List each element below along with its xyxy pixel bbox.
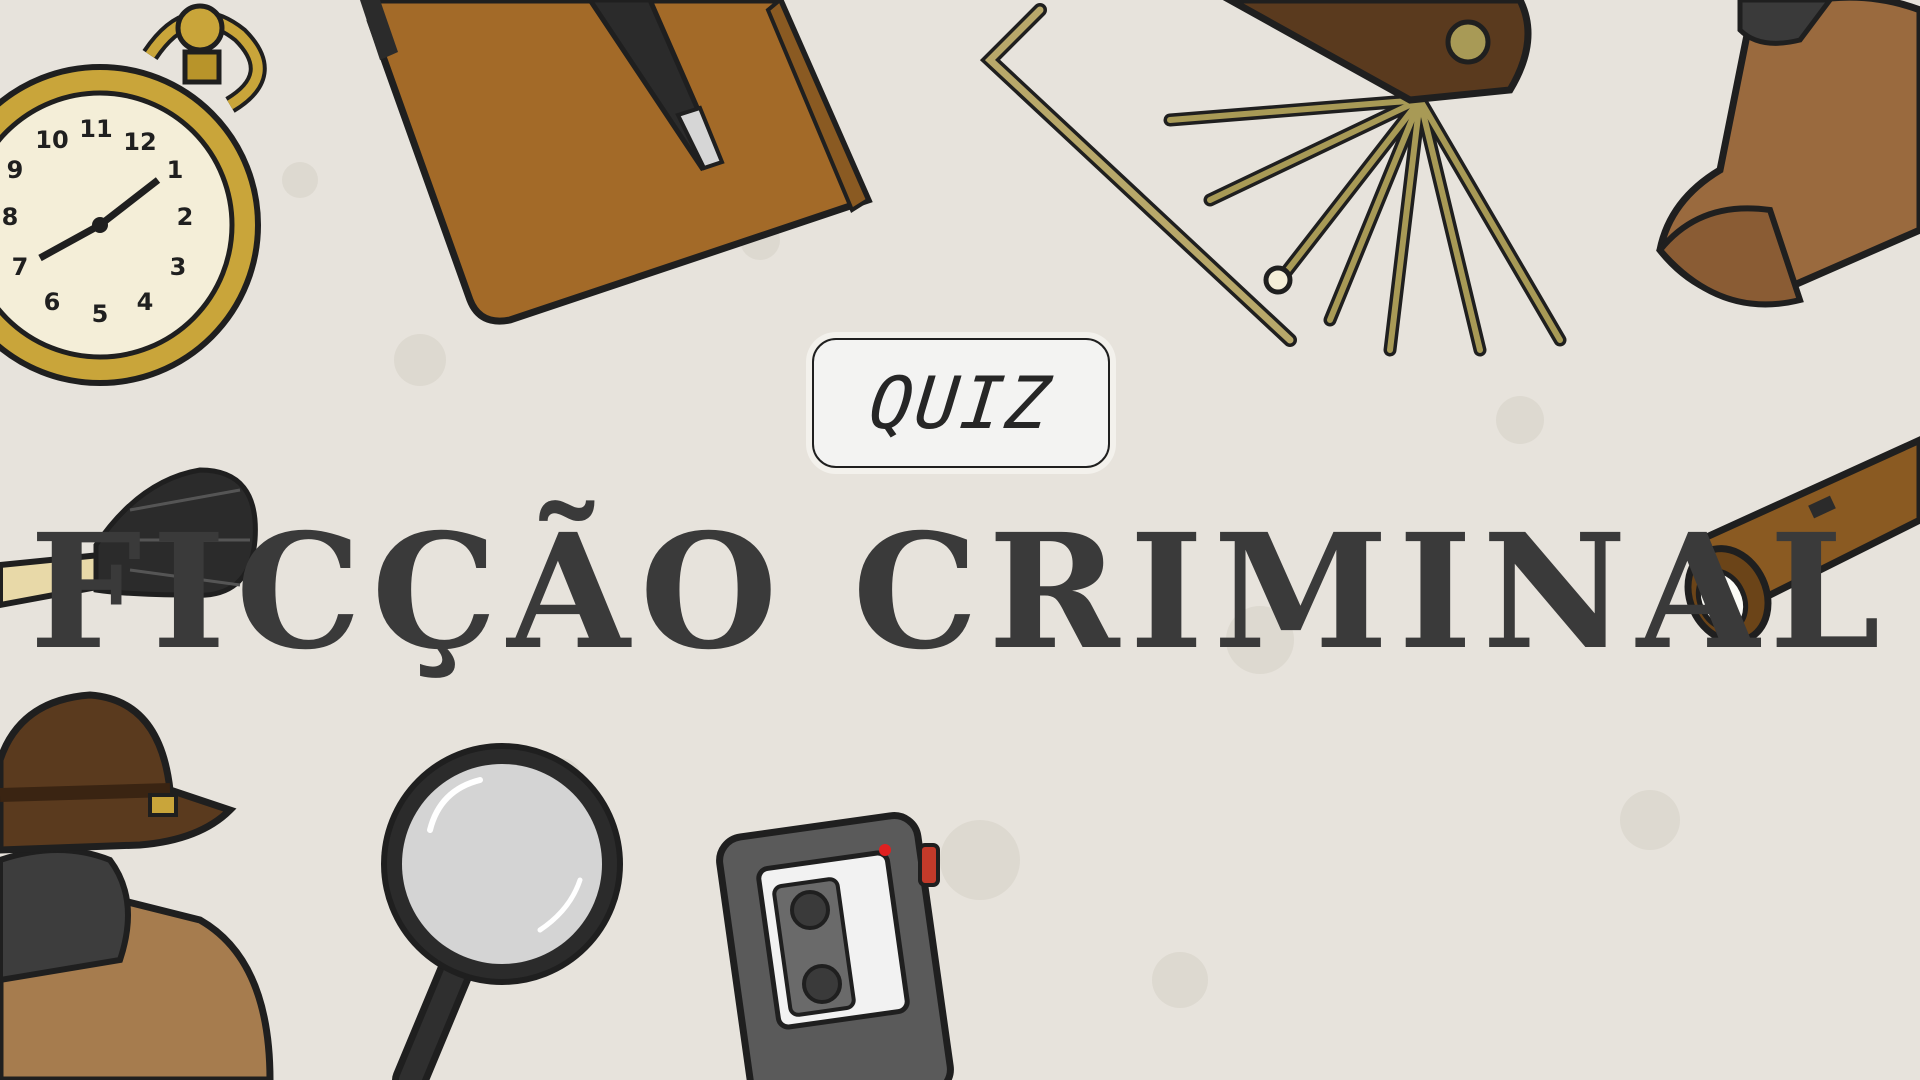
svg-text:2: 2: [177, 203, 194, 231]
svg-text:12: 12: [123, 128, 156, 156]
notebook-icon: [360, 0, 873, 325]
quiz-badge: QUIZ: [812, 338, 1110, 468]
svg-text:10: 10: [35, 126, 68, 154]
svg-text:6: 6: [44, 288, 61, 316]
detective-figure-icon: [0, 691, 274, 1080]
page-title: FICÇÃO CRIMINAL: [29, 500, 1891, 685]
tape-recorder-icon: [716, 812, 954, 1080]
svg-text:8: 8: [2, 203, 19, 231]
lockpick-set-icon: [979, 0, 1567, 357]
detective-cap-icon: [1656, 0, 1920, 308]
quiz-label: QUIZ: [865, 361, 1057, 445]
magnifying-glass-icon: [381, 743, 623, 1080]
svg-text:11: 11: [79, 115, 112, 143]
svg-text:7: 7: [12, 253, 29, 281]
svg-text:3: 3: [170, 253, 187, 281]
svg-text:4: 4: [137, 288, 154, 316]
pocket-watch-icon: 1212 345 678 910 11: [0, 3, 267, 386]
svg-text:1: 1: [167, 156, 184, 184]
svg-text:5: 5: [92, 300, 109, 328]
svg-text:9: 9: [7, 156, 24, 184]
